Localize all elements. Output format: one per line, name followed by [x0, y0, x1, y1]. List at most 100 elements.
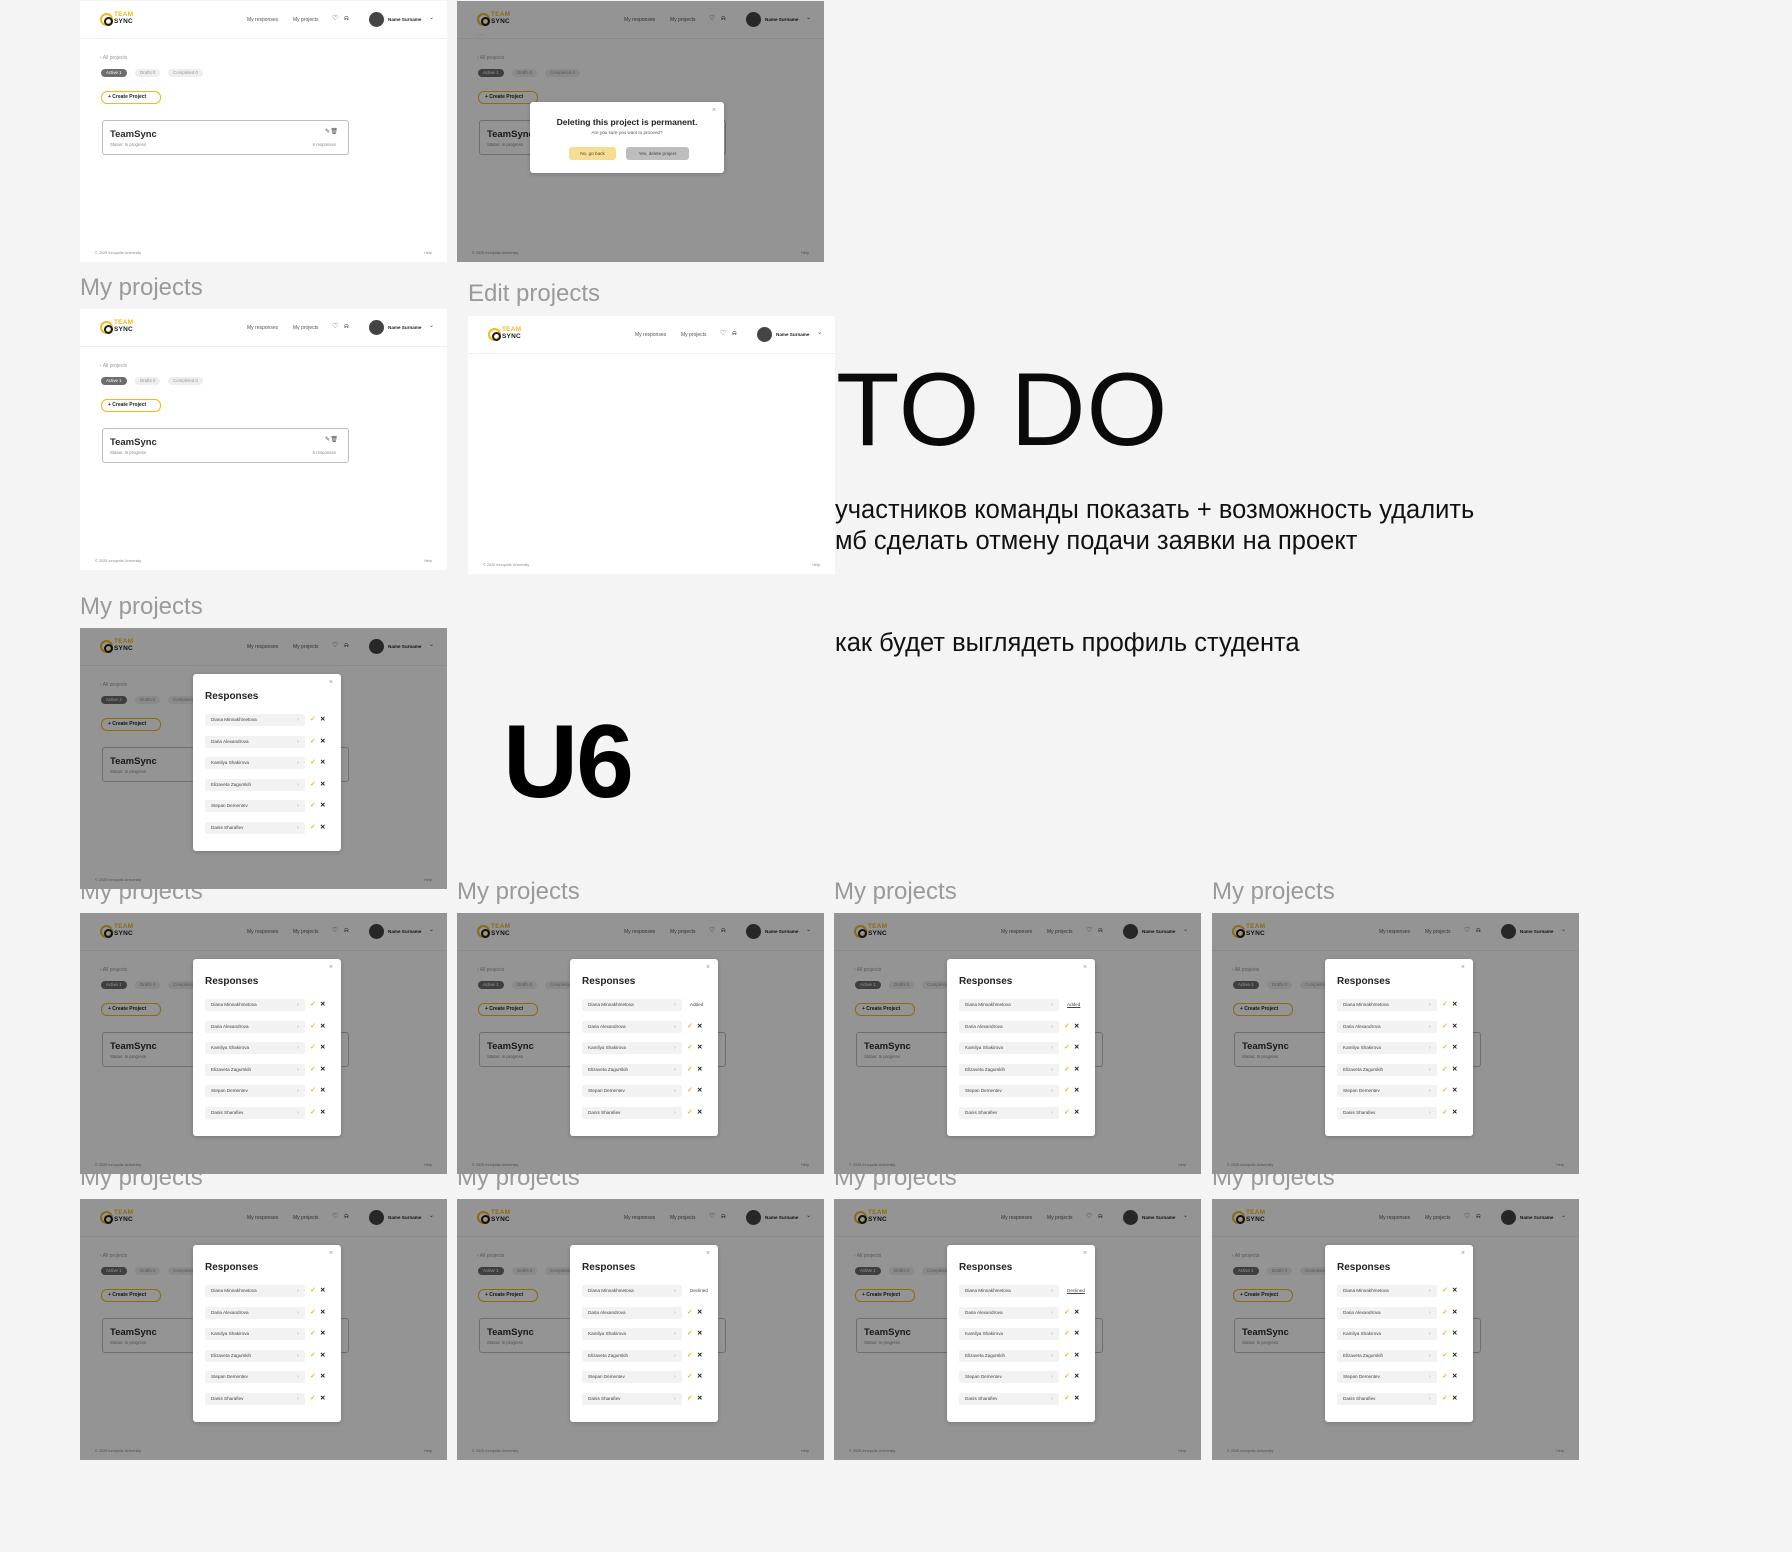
reject-cross-icon[interactable]: ✕ [320, 1307, 325, 1319]
reject-cross-icon[interactable]: ✕ [1074, 1042, 1079, 1054]
applicant-name[interactable]: Elizaveta Zagurskih [1337, 1349, 1437, 1362]
applicant-name[interactable]: Kamilya Shakirova [582, 1042, 682, 1055]
accept-check-icon[interactable]: ✓ [687, 1064, 693, 1076]
reject-cross-icon[interactable]: ✕ [320, 822, 325, 834]
accept-check-icon[interactable]: ✓ [687, 1042, 693, 1054]
close-icon[interactable]: × [712, 107, 716, 114]
footer-help-link[interactable]: Help [424, 251, 432, 255]
applicant-name[interactable]: Daria Alexandrova [959, 1306, 1059, 1319]
chevron-right-icon[interactable]: › [1051, 1371, 1053, 1383]
chevron-right-icon[interactable]: › [1051, 1350, 1053, 1362]
applicant-name[interactable]: Daria Alexandrova [205, 1306, 305, 1319]
chevron-right-icon[interactable]: › [297, 1328, 299, 1340]
reject-cross-icon[interactable]: ✕ [320, 1350, 325, 1362]
chevron-right-icon[interactable]: › [1051, 1285, 1053, 1297]
applicant-name[interactable]: Daria Alexandrova [1337, 1306, 1437, 1319]
applicant-name[interactable]: Diana Minnakhmetova [1337, 999, 1437, 1011]
close-icon[interactable]: × [329, 964, 333, 971]
reject-cross-icon[interactable]: ✕ [1452, 999, 1457, 1011]
tab-drafts[interactable]: Drafts 0 [135, 69, 161, 77]
reject-cross-icon[interactable]: ✕ [1074, 1307, 1079, 1319]
accept-check-icon[interactable]: ✓ [310, 999, 316, 1011]
chevron-right-icon[interactable]: › [674, 999, 676, 1011]
reject-cross-icon[interactable]: ✕ [697, 1371, 702, 1383]
chevron-right-icon[interactable]: › [1429, 1328, 1431, 1340]
avatar[interactable] [369, 12, 384, 27]
tab-active[interactable]: Active 1 [101, 377, 127, 385]
chevron-right-icon[interactable]: › [1429, 1371, 1431, 1383]
applicant-name[interactable]: Daria Alexandrova [959, 1020, 1059, 1033]
heart-icon[interactable]: ♡ [720, 330, 726, 337]
reject-cross-icon[interactable]: ✕ [1452, 1042, 1457, 1054]
reject-cross-icon[interactable]: ✕ [1452, 1085, 1457, 1097]
accept-check-icon[interactable]: ✓ [310, 1085, 316, 1097]
reject-cross-icon[interactable]: ✕ [320, 800, 325, 812]
reject-cross-icon[interactable]: ✕ [320, 1107, 325, 1119]
chevron-right-icon[interactable]: › [297, 1085, 299, 1097]
reject-cross-icon[interactable]: ✕ [697, 1328, 702, 1340]
accept-check-icon[interactable]: ✓ [310, 800, 316, 812]
chevron-right-icon[interactable]: › [1429, 999, 1431, 1011]
team-sync-logo[interactable]: TEAM SYNC [100, 11, 140, 29]
reject-cross-icon[interactable]: ✕ [1074, 1328, 1079, 1340]
accept-check-icon[interactable]: ✓ [310, 1307, 316, 1319]
applicant-name[interactable]: Danis Sharafiev [959, 1393, 1059, 1405]
accept-check-icon[interactable]: ✓ [1442, 999, 1448, 1011]
chevron-right-icon[interactable]: › [674, 1350, 676, 1362]
applicant-name[interactable]: Stepan Dementev [205, 1371, 305, 1384]
reject-cross-icon[interactable]: ✕ [320, 1393, 325, 1405]
applicant-name[interactable]: Kamilya Shakirova [205, 1042, 305, 1055]
chevron-right-icon[interactable]: › [674, 1307, 676, 1319]
accept-check-icon[interactable]: ✓ [1442, 1285, 1448, 1297]
user-name[interactable]: Name Surname [388, 17, 421, 22]
chevron-right-icon[interactable]: › [297, 800, 299, 812]
applicant-name[interactable]: Elizaveta Zagurskih [205, 1063, 305, 1076]
chevron-right-icon[interactable]: › [674, 1085, 676, 1097]
accept-check-icon[interactable]: ✓ [1442, 1328, 1448, 1340]
applicant-name[interactable]: Elizaveta Zagurskih [959, 1349, 1059, 1362]
applicant-name[interactable]: Diana Minnakhmetova [959, 1285, 1059, 1297]
chevron-right-icon[interactable]: › [1051, 1042, 1053, 1054]
applicant-name[interactable]: Stepan Dementev [205, 800, 305, 813]
close-icon[interactable]: × [1461, 1250, 1465, 1257]
applicant-name[interactable]: Diana Minnakhmetova [205, 999, 305, 1011]
reject-cross-icon[interactable]: ✕ [697, 1350, 702, 1362]
chevron-down-icon[interactable]: ⌄ [429, 322, 434, 329]
nav-my-projects[interactable]: My projects [293, 17, 319, 23]
reject-cross-icon[interactable]: ✕ [320, 1328, 325, 1340]
bell-icon[interactable]: ⍾ [344, 15, 349, 22]
reject-cross-icon[interactable]: ✕ [1074, 1085, 1079, 1097]
applicant-name[interactable]: Danis Sharafiev [1337, 1393, 1437, 1405]
applicant-name[interactable]: Stepan Dementev [582, 1085, 682, 1098]
close-icon[interactable]: × [1461, 964, 1465, 971]
accept-check-icon[interactable]: ✓ [687, 1328, 693, 1340]
reject-cross-icon[interactable]: ✕ [697, 1307, 702, 1319]
applicant-name[interactable]: Daria Alexandrova [582, 1306, 682, 1319]
accept-check-icon[interactable]: ✓ [310, 1021, 316, 1033]
accept-check-icon[interactable]: ✓ [310, 1285, 316, 1297]
nav-my-responses[interactable]: My responses [247, 325, 278, 331]
chevron-right-icon[interactable]: › [297, 1393, 299, 1405]
accept-check-icon[interactable]: ✓ [1064, 1107, 1070, 1119]
accept-check-icon[interactable]: ✓ [310, 1350, 316, 1362]
chevron-right-icon[interactable]: › [297, 714, 299, 726]
chevron-right-icon[interactable]: › [1429, 1350, 1431, 1362]
chevron-down-icon[interactable]: ⌄ [429, 14, 434, 21]
applicant-name[interactable]: Elizaveta Zagurskih [205, 1349, 305, 1362]
chevron-right-icon[interactable]: › [674, 1328, 676, 1340]
reject-cross-icon[interactable]: ✕ [320, 714, 325, 726]
chevron-down-icon[interactable]: ⌄ [817, 329, 822, 336]
reject-cross-icon[interactable]: ✕ [320, 1285, 325, 1297]
applicant-name[interactable]: Diana Minnakhmetova [1337, 1285, 1437, 1297]
reject-cross-icon[interactable]: ✕ [697, 1085, 702, 1097]
accept-check-icon[interactable]: ✓ [310, 822, 316, 834]
applicant-name[interactable]: Danis Sharafiev [959, 1107, 1059, 1119]
nav-my-responses[interactable]: My responses [635, 332, 666, 338]
close-icon[interactable]: × [329, 1250, 333, 1257]
accept-check-icon[interactable]: ✓ [687, 1307, 693, 1319]
avatar[interactable] [369, 320, 384, 335]
applicant-name[interactable]: Diana Minnakhmetova [582, 1285, 682, 1297]
reject-cross-icon[interactable]: ✕ [1452, 1371, 1457, 1383]
heart-icon[interactable]: ♡ [332, 323, 338, 330]
accept-check-icon[interactable]: ✓ [1442, 1350, 1448, 1362]
